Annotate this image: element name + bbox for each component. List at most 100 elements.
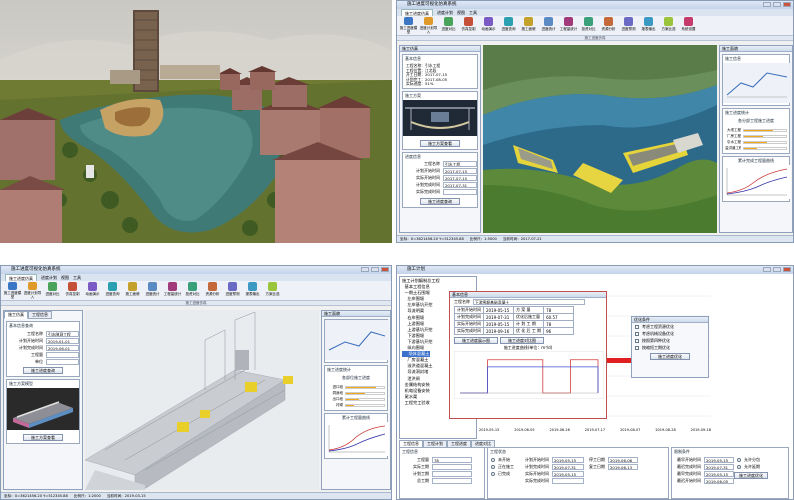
checkbox-row[interactable]: 考虑工程资源优化: [632, 323, 708, 330]
field-value[interactable]: [443, 189, 477, 195]
info-value[interactable]: 2019-05-15: [483, 306, 514, 314]
name-value[interactable]: 下游围堰基础混凝土: [473, 298, 585, 305]
ribbon-button[interactable]: 进度对比: [43, 282, 62, 299]
ribbon-button[interactable]: 进度查询: [499, 17, 518, 34]
field-value[interactable]: 引水工程: [443, 161, 477, 167]
ribbon-button[interactable]: 资源分析: [203, 282, 222, 299]
field-value[interactable]: 78: [432, 456, 472, 463]
field-value[interactable]: 2019-01-01: [45, 337, 79, 344]
field-value[interactable]: 引水隧洞工程: [45, 330, 79, 337]
field-value[interactable]: [45, 351, 79, 358]
field-value[interactable]: 2019-06-06: [608, 456, 638, 463]
maximize-button[interactable]: [773, 2, 781, 7]
ribbon-tab[interactable]: 视图: [457, 9, 465, 16]
progress-query-button[interactable]: 施工进度查询: [420, 197, 460, 205]
radio-row[interactable]: 未开始: [488, 456, 516, 463]
ribbon-button[interactable]: 进度计划导入: [23, 282, 42, 299]
field-value[interactable]: 2017-07-31: [443, 182, 477, 188]
terrain-3d-view[interactable]: [483, 45, 717, 233]
ribbon-tab[interactable]: 视图: [61, 274, 69, 281]
progress-chart-button[interactable]: 施工进度展示图: [454, 337, 498, 344]
checkbox[interactable]: [635, 331, 639, 336]
ribbon-button[interactable]: 进度预测: [619, 17, 638, 34]
plan-view-button[interactable]: 施工方案查看: [420, 139, 460, 147]
info-value[interactable]: 2019-07-31: [483, 313, 514, 321]
ribbon-button[interactable]: 资源分析: [599, 17, 618, 34]
ribbon-button[interactable]: 施工进度模型: [399, 17, 418, 34]
info-value[interactable]: 2019-05-15: [483, 320, 514, 328]
checkbox-row[interactable]: 考虑机械设备优化: [632, 330, 708, 337]
progress-query-button[interactable]: 施工进度查询: [23, 367, 63, 374]
checkbox-row[interactable]: 按缩短工期优化: [632, 344, 708, 351]
ribbon-button[interactable]: 进度计划导入: [419, 17, 438, 34]
ribbon-button[interactable]: 进度对比: [439, 17, 458, 34]
field-value[interactable]: 2019-06-05: [704, 477, 734, 484]
radio-row[interactable]: 允许分包: [734, 456, 768, 463]
field-value[interactable]: [432, 477, 472, 484]
minimize-button[interactable]: [763, 2, 771, 7]
panel-tab[interactable]: 工程信息: [28, 311, 52, 319]
ribbon-tab[interactable]: 进度计划: [41, 274, 57, 281]
ribbon-tab[interactable]: 工具: [469, 9, 477, 16]
close-button[interactable]: [381, 267, 389, 272]
radio-row[interactable]: 正在施工: [488, 463, 516, 470]
ribbon-button[interactable]: 方案比选: [263, 282, 282, 299]
ribbon-button[interactable]: 动画演示: [83, 282, 102, 299]
info-value[interactable]: 78: [543, 306, 575, 314]
maximize-button[interactable]: [371, 267, 379, 272]
ribbon-button[interactable]: 动画演示: [479, 17, 498, 34]
optimize-button[interactable]: 施工进度优化: [650, 353, 690, 360]
tunnel-3d-view[interactable]: [85, 310, 319, 490]
ribbon-button[interactable]: 进度统计: [539, 17, 558, 34]
ribbon-button[interactable]: 仿真控制: [63, 282, 82, 299]
field-value[interactable]: 2019-06-01: [45, 344, 79, 351]
field-value[interactable]: 2019-07-31: [552, 463, 584, 470]
minimize-button[interactable]: [763, 267, 771, 272]
field-value[interactable]: 2019-05-15: [552, 456, 584, 463]
ribbon-tab[interactable]: 施工进度仿真: [5, 274, 37, 281]
info-value[interactable]: 2019-09-16: [483, 327, 514, 335]
field-value[interactable]: [432, 470, 472, 477]
radio-button[interactable]: [737, 457, 741, 462]
checkbox-row[interactable]: 按照第四种优化: [632, 337, 708, 344]
maximize-button[interactable]: [773, 267, 781, 272]
ribbon-button[interactable]: 进度预测: [223, 282, 242, 299]
field-value[interactable]: [45, 358, 79, 365]
info-value[interactable]: 96: [543, 327, 575, 335]
checkbox[interactable]: [635, 338, 639, 343]
ribbon-tab[interactable]: 工具: [73, 274, 81, 281]
radio-button[interactable]: [737, 464, 741, 469]
panel-tab[interactable]: 施工仿真: [4, 311, 28, 319]
info-value[interactable]: 60.57: [543, 313, 575, 321]
ribbon-button[interactable]: 施工面貌: [519, 17, 538, 34]
field-value[interactable]: 2019-07-31: [704, 463, 734, 470]
minimize-button[interactable]: [361, 267, 369, 272]
ribbon-button[interactable]: 投资对比: [183, 282, 202, 299]
radio-row[interactable]: 允许延期: [734, 463, 768, 470]
ribbon-button[interactable]: 施工进度模型: [3, 282, 22, 299]
ribbon-button[interactable]: 工程量统计: [163, 282, 182, 299]
compare-chart-button[interactable]: 施工进度对比图: [500, 337, 544, 344]
ribbon-button[interactable]: 方案比选: [659, 17, 678, 34]
ribbon-button[interactable]: 进度查询: [103, 282, 122, 299]
ribbon-tab[interactable]: 进度计划: [437, 9, 453, 16]
radio-row[interactable]: 已完成: [488, 470, 516, 477]
radio-button[interactable]: [491, 457, 495, 462]
close-button[interactable]: [783, 2, 791, 7]
ribbon-button[interactable]: 系统设置: [679, 17, 698, 34]
field-value[interactable]: 2017-07-15: [443, 168, 477, 174]
field-value[interactable]: 2017-07-15: [443, 175, 477, 181]
ribbon-button[interactable]: 进度统计: [143, 282, 162, 299]
field-value[interactable]: [552, 477, 584, 484]
ribbon-button[interactable]: 报表输出: [243, 282, 262, 299]
info-value[interactable]: 78: [543, 320, 575, 328]
radio-button[interactable]: [491, 464, 495, 469]
ribbon-tab[interactable]: 施工进度仿真: [401, 9, 433, 16]
field-value[interactable]: 2019-06-13: [608, 463, 638, 470]
field-value[interactable]: 2019-05-15: [552, 470, 584, 477]
bottom-optimize-button[interactable]: 施工进度优化: [734, 472, 768, 479]
field-value[interactable]: 2019-05-15: [704, 470, 734, 477]
ribbon-button[interactable]: 工程量统计: [559, 17, 578, 34]
checkbox[interactable]: [635, 345, 639, 350]
field-value[interactable]: 2019-05-15: [704, 456, 734, 463]
